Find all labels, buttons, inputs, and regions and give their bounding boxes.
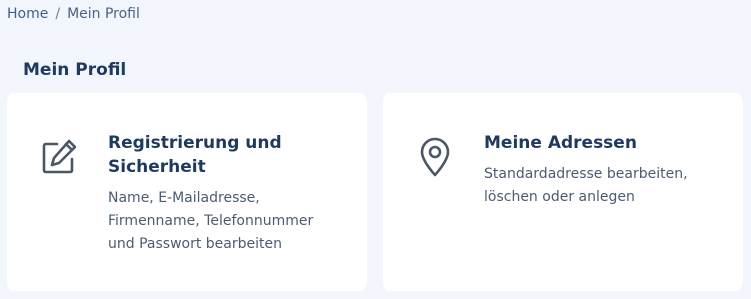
- page-title: Mein Profil: [23, 60, 127, 80]
- breadcrumb-separator: /: [55, 6, 61, 22]
- breadcrumb-current: Mein Profil: [67, 6, 140, 22]
- location-pin-icon: [415, 137, 455, 177]
- breadcrumb-home-link[interactable]: Home: [7, 6, 48, 22]
- edit-icon: [39, 137, 79, 177]
- card-description: Standardadresse bearbeiten, löschen oder…: [484, 166, 688, 205]
- card-title: Meine Adressen: [484, 133, 637, 153]
- card-description: Name, E-Mailadresse, Firmenname, Telefon…: [108, 190, 314, 252]
- breadcrumb: Home / Mein Profil: [7, 6, 140, 22]
- card-title: Registrierung und Sicherheit: [108, 133, 282, 177]
- card-registration-security[interactable]: Registrierung und Sicherheit Name, E-Mai…: [7, 93, 367, 291]
- card-my-addresses[interactable]: Meine Adressen Standardadresse bearbeite…: [383, 93, 743, 291]
